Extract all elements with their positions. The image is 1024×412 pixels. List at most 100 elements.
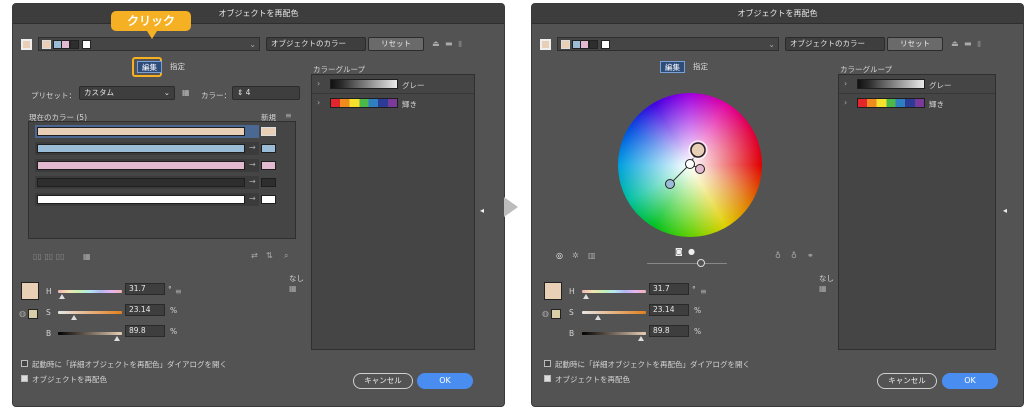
shuffle-icon[interactable]: ⇄ — [251, 252, 258, 260]
segmented-wheel-icon[interactable]: ✲ — [572, 252, 579, 260]
merge-colors-icon[interactable]: ▯▯ ▯▯ ▯▯ — [33, 253, 65, 261]
color-group-item[interactable]: › グレー — [839, 75, 995, 94]
new-color-swatch[interactable] — [261, 144, 276, 153]
collapse-panel-icon[interactable]: ◂ — [480, 207, 484, 215]
brightness-slider-thumb[interactable] — [638, 336, 644, 341]
colors-count-stepper[interactable]: ⇕ 4 — [232, 86, 300, 100]
preset-dropdown[interactable]: カスタム ⌄ — [79, 86, 175, 100]
tab-assign[interactable]: 指定 — [689, 61, 712, 73]
current-swatch[interactable] — [540, 39, 551, 50]
cancel-button[interactable]: キャンセル — [353, 373, 413, 389]
brightness-field[interactable]: 89.8 — [649, 325, 689, 337]
brightness-slider[interactable] — [582, 332, 646, 335]
in-gamut-swatch[interactable] — [551, 309, 561, 319]
new-color-swatch[interactable] — [261, 161, 276, 170]
tab-assign[interactable]: 指定 — [166, 61, 189, 73]
current-color-bar[interactable] — [37, 161, 245, 170]
saturation-slider-thumb[interactable] — [71, 315, 77, 320]
active-color-swatch[interactable] — [21, 282, 39, 300]
color-row[interactable] — [35, 176, 259, 189]
ok-button[interactable]: OK — [942, 373, 998, 389]
save-icon[interactable]: ⏏ — [432, 40, 440, 48]
hue-slider-thumb[interactable] — [583, 294, 589, 299]
current-swatch[interactable] — [21, 39, 32, 50]
no-color-icon[interactable]: ▦ — [289, 285, 297, 293]
saturation-field[interactable]: 23.14 — [125, 304, 165, 316]
color-group-item[interactable]: › 輝き — [312, 94, 474, 113]
chevron-right-icon[interactable]: › — [844, 80, 847, 88]
current-color-bar[interactable] — [37, 195, 245, 204]
link-icon[interactable]: ⚭ — [807, 252, 814, 260]
collapse-panel-icon[interactable]: ◂ — [1003, 207, 1007, 215]
folder-icon[interactable]: ▬ — [964, 40, 972, 48]
add-color-icon[interactable]: ♁ — [775, 252, 781, 260]
smooth-wheel-icon[interactable]: ◎ — [556, 252, 563, 260]
color-strip-bar[interactable]: ⌄ — [557, 37, 779, 51]
new-color-swatch[interactable] — [261, 178, 276, 187]
color-source-dropdown[interactable]: オブジェクトのカラー — [266, 37, 366, 51]
saturation-slider[interactable] — [582, 311, 646, 314]
saturation-slider-thumb[interactable] — [595, 315, 601, 320]
current-color-bar[interactable] — [37, 144, 245, 153]
tab-edit[interactable]: 編集 — [137, 61, 162, 73]
chevron-right-icon[interactable]: › — [844, 99, 847, 107]
wheel-brightness-thumb[interactable] — [697, 259, 705, 267]
reset-button[interactable]: リセット — [368, 37, 424, 51]
brightness-field[interactable]: 89.8 — [125, 325, 165, 337]
none-label: なし — [289, 274, 304, 283]
hue-field[interactable]: 31.7 — [125, 283, 165, 295]
brightness-slider[interactable] — [58, 332, 122, 335]
brightness-icon[interactable]: ◙ — [675, 248, 683, 256]
open-advanced-checkbox[interactable] — [544, 360, 551, 367]
menu-icon[interactable]: ≡ — [700, 288, 707, 296]
current-color-bar[interactable] — [37, 127, 245, 136]
delete-icon[interactable]: ▮ — [977, 40, 981, 48]
tab-edit[interactable]: 編集 — [660, 61, 685, 73]
menu-icon[interactable]: ≡ — [175, 288, 182, 296]
color-group-item[interactable]: › 輝き — [839, 94, 995, 113]
color-source-dropdown[interactable]: オブジェクトのカラー — [785, 37, 885, 51]
reset-button[interactable]: リセット — [887, 37, 943, 51]
color-strip-bar[interactable]: ⌄ — [38, 37, 260, 51]
color-bars-icon[interactable]: ▥ — [588, 252, 596, 260]
new-color-swatch[interactable] — [261, 127, 276, 136]
new-row-icon[interactable]: ▦ — [83, 253, 91, 261]
new-color-swatch[interactable] — [261, 195, 276, 204]
hue-slider[interactable] — [58, 290, 122, 293]
cancel-button[interactable]: キャンセル — [877, 373, 937, 389]
chevron-right-icon[interactable]: › — [317, 99, 320, 107]
menu-icon[interactable]: ≡ — [285, 112, 292, 120]
wheel-brightness-slider[interactable] — [647, 263, 727, 264]
open-advanced-checkbox[interactable] — [21, 360, 28, 367]
ok-button[interactable]: OK — [417, 373, 473, 389]
save-icon[interactable]: ⏏ — [951, 40, 959, 48]
remove-color-icon[interactable]: ♁ — [791, 252, 797, 260]
gamut-warning-icon[interactable]: ◍ — [542, 310, 549, 318]
saturation-field[interactable]: 23.14 — [649, 304, 689, 316]
color-row[interactable] — [35, 142, 259, 155]
no-color-icon[interactable]: ▦ — [819, 285, 827, 293]
find-color-icon[interactable]: ⌕ — [284, 252, 288, 260]
color-row[interactable] — [35, 125, 259, 138]
color-reduction-options-icon[interactable]: ▦ — [182, 89, 190, 97]
color-group-item[interactable]: › グレー — [312, 75, 474, 94]
chevron-right-icon[interactable]: › — [317, 80, 320, 88]
brightness-slider-thumb[interactable] — [114, 336, 120, 341]
click-callout: クリック — [111, 11, 191, 31]
hue-slider[interactable] — [582, 290, 646, 293]
folder-icon[interactable]: ▬ — [445, 40, 453, 48]
recolor-checkbox[interactable] — [21, 375, 28, 382]
hue-slider-thumb[interactable] — [59, 294, 65, 299]
saturation-icon[interactable]: ● — [688, 248, 695, 256]
random-brightness-icon[interactable]: ⇅ — [266, 252, 273, 260]
saturation-slider[interactable] — [58, 311, 122, 314]
active-color-swatch[interactable] — [544, 282, 562, 300]
color-row[interactable] — [35, 159, 259, 172]
recolor-checkbox[interactable] — [544, 375, 551, 382]
delete-icon[interactable]: ▮ — [458, 40, 462, 48]
in-gamut-swatch[interactable] — [28, 309, 38, 319]
gamut-warning-icon[interactable]: ◍ — [19, 310, 26, 318]
current-color-bar[interactable] — [37, 178, 245, 187]
hue-field[interactable]: 31.7 — [649, 283, 689, 295]
color-row[interactable] — [35, 193, 259, 206]
